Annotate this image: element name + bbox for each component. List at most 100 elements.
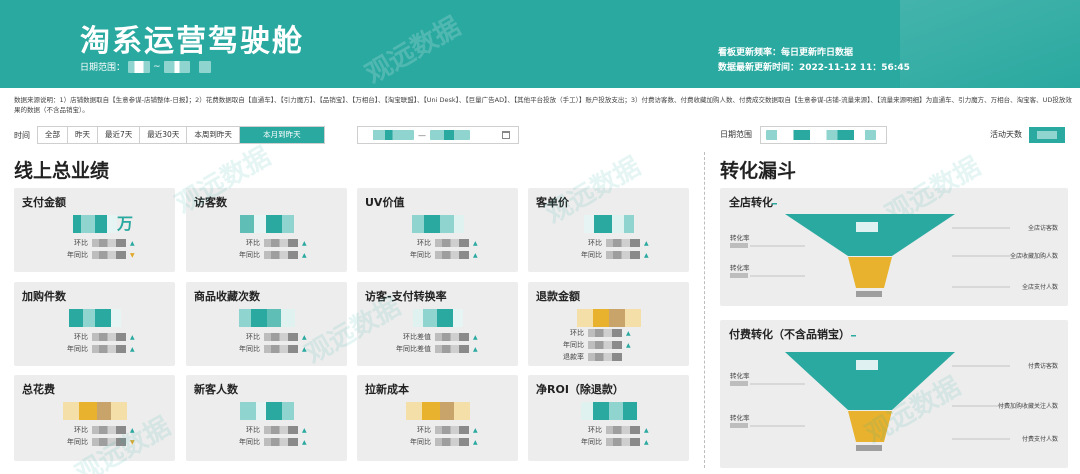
kpi-card[interactable]: 客单价 环比 ▲ 年同比 ▲ xyxy=(528,188,689,272)
funnel-panel-store: 全店转化 转化率 转化率 全店访客数 全店收藏加购人数 全店支付人数 xyxy=(720,188,1068,306)
kpi-compare-row: 环比 ▲ xyxy=(62,425,135,435)
compare-label: 年同比 xyxy=(239,345,260,353)
compare-label: 环比 xyxy=(417,426,431,434)
compare-label: 环比 xyxy=(246,333,260,341)
kpi-compare-row: 环比 ▲ xyxy=(576,425,649,435)
header-banner: 淘系运营驾驶舱 日期范围： ~ 看板更新频率：每日更新昨日数据 数据最新更新时间… xyxy=(0,0,1080,88)
redacted-compare-value xyxy=(435,426,469,434)
calendar-icon[interactable] xyxy=(502,131,510,139)
kpi-compare-row: 退款率 xyxy=(558,352,622,362)
last-update-time: 数据最新更新时间：2022-11-12 11：56:45 xyxy=(718,63,910,73)
redacted-picker-end xyxy=(430,130,470,140)
time-option-week-to-yesterday[interactable]: 本周到昨天 xyxy=(187,127,240,143)
kpi-card[interactable]: 退款金额 环比 ▲ 年同比 ▲ 退款率 xyxy=(528,282,689,366)
kpi-card-title: 访客数 xyxy=(194,196,227,209)
redacted-compare-value xyxy=(92,426,126,434)
kpi-compare-row: 年同比 ▲ xyxy=(62,344,135,354)
page-title: 淘系运营驾驶舱 xyxy=(80,24,304,59)
compare-label: 年同比 xyxy=(581,251,602,259)
kpi-compare-row: 环比差值 ▲ xyxy=(387,332,478,342)
kpi-card[interactable]: 总花费 环比 ▲ 年同比 ▼ xyxy=(14,375,175,461)
trend-up-icon: ▲ xyxy=(302,251,307,259)
trend-up-icon: ▲ xyxy=(473,438,478,446)
kpi-card[interactable]: 访客-支付转换率 环比差值 ▲ 年同比差值 ▲ xyxy=(357,282,518,366)
funnel-stage-label: 全店支付人数 xyxy=(1022,283,1058,291)
compare-label: 退款率 xyxy=(563,353,584,361)
trend-up-icon: ▲ xyxy=(302,426,307,434)
redacted-days-value xyxy=(1037,131,1057,139)
kpi-card[interactable]: 商品收藏次数 环比 ▲ 年同比 ▲ xyxy=(186,282,347,366)
redacted-kpi-value xyxy=(577,309,641,327)
title-accent xyxy=(772,203,777,205)
compare-label: 年同比 xyxy=(67,438,88,446)
trend-up-icon: ▲ xyxy=(644,438,649,446)
redacted-kpi-value xyxy=(240,215,294,233)
kpi-compare-row: 年同比 ▲ xyxy=(234,250,307,260)
trend-up-icon: ▲ xyxy=(473,239,478,247)
kpi-compare-row: 年同比 ▲ xyxy=(405,437,478,447)
redacted-compare-value xyxy=(606,251,640,259)
kpi-compare-row: 环比 ▲ xyxy=(234,332,307,342)
date-range-label: 日期范围： xyxy=(80,63,126,73)
redacted-right-date xyxy=(766,130,876,140)
kpi-card-title: 退款金额 xyxy=(536,290,580,303)
kpi-card[interactable]: 净ROI（除退款） 环比 ▲ 年同比 ▲ xyxy=(528,375,689,461)
compare-label: 年同比 xyxy=(67,345,88,353)
redacted-rate-value xyxy=(730,423,748,428)
kpi-card[interactable]: 拉新成本 环比 ▲ 年同比 ▲ xyxy=(357,375,518,461)
kpi-card-title: 商品收藏次数 xyxy=(194,290,260,303)
funnel-stage-label: 付费访客数 xyxy=(1028,362,1058,370)
redacted-kpi-value xyxy=(413,309,463,327)
redacted-kpi-value: 万 xyxy=(73,215,133,233)
time-option-all[interactable]: 全部 xyxy=(38,127,68,143)
redacted-rate-value xyxy=(730,381,748,386)
redacted-compare-value xyxy=(264,438,298,446)
redacted-funnel-value xyxy=(856,291,882,297)
compare-label: 年同比 xyxy=(239,438,260,446)
data-source-note: 数据来源说明：1）店铺数据取自【生意参谋-店铺整体-日报】；2）花费数据取自【直… xyxy=(14,96,1072,114)
trend-up-icon: ▲ xyxy=(644,251,649,259)
trend-up-icon: ▲ xyxy=(302,333,307,341)
kpi-compare-row: 环比 ▲ xyxy=(234,425,307,435)
kpi-card[interactable]: 支付金额万环比 ▲ 年同比 ▼ xyxy=(14,188,175,272)
trend-up-icon: ▲ xyxy=(302,438,307,446)
redacted-kpi-value xyxy=(239,309,295,327)
kpi-compare-row: 环比 ▲ xyxy=(405,238,478,248)
redacted-kpi-value xyxy=(406,402,470,420)
redacted-compare-value xyxy=(264,345,298,353)
kpi-card[interactable]: 访客数 环比 ▲ 年同比 ▲ xyxy=(186,188,347,272)
redacted-kpi-value xyxy=(584,215,634,233)
kpi-compare-row: 环比 ▲ xyxy=(62,238,135,248)
trend-up-icon: ▲ xyxy=(473,333,478,341)
redacted-compare-value xyxy=(264,426,298,434)
redacted-date-end xyxy=(163,60,190,73)
trend-up-icon: ▲ xyxy=(473,345,478,353)
trend-up-icon: ▲ xyxy=(130,239,135,247)
kpi-card[interactable]: 加购件数 环比 ▲ 年同比 ▲ xyxy=(14,282,175,366)
compare-label: 年同比 xyxy=(239,251,260,259)
time-option-30days[interactable]: 最近30天 xyxy=(140,127,188,143)
redacted-compare-value xyxy=(264,239,298,247)
time-option-yesterday[interactable]: 昨天 xyxy=(68,127,98,143)
trend-up-icon: ▲ xyxy=(130,426,135,434)
redacted-date-start xyxy=(128,60,151,73)
kpi-compare-row: 环比 ▲ xyxy=(558,328,631,338)
activity-days-input[interactable] xyxy=(1029,127,1065,143)
funnel-chart-store: 转化率转化率全店访客数全店收藏加购人数全店支付人数 xyxy=(730,203,1058,297)
kpi-card[interactable]: 新客人数 环比 ▲ 年同比 ▲ xyxy=(186,375,347,461)
time-option-month-to-yesterday[interactable]: 本月到昨天 xyxy=(239,127,324,143)
kpi-card[interactable]: UV价值 环比 ▲ 年同比 ▲ xyxy=(357,188,518,272)
funnel-panel-paid: 付费转化（不含品销宝） 转化率 转化率 付费访客数 付费加购收藏关注人数 付费支付人数 xyxy=(720,320,1068,468)
redacted-compare-value xyxy=(606,438,640,446)
compare-label: 环比差值 xyxy=(403,333,431,341)
conversion-rate-label: 转化率 xyxy=(730,263,750,272)
date-range-picker[interactable]: — xyxy=(357,126,519,144)
time-option-7days[interactable]: 最近7天 xyxy=(98,127,141,143)
redacted-kpi-value xyxy=(581,402,637,420)
funnel-stage-label: 付费加购收藏关注人数 xyxy=(998,402,1058,410)
kpi-compare-row: 年同比 ▲ xyxy=(576,437,649,447)
kpi-compare-row: 年同比 ▲ xyxy=(234,344,307,354)
section-title-performance: 线上总业绩 xyxy=(14,160,110,182)
trend-up-icon: ▲ xyxy=(626,329,631,337)
right-date-range-picker[interactable] xyxy=(760,126,887,144)
